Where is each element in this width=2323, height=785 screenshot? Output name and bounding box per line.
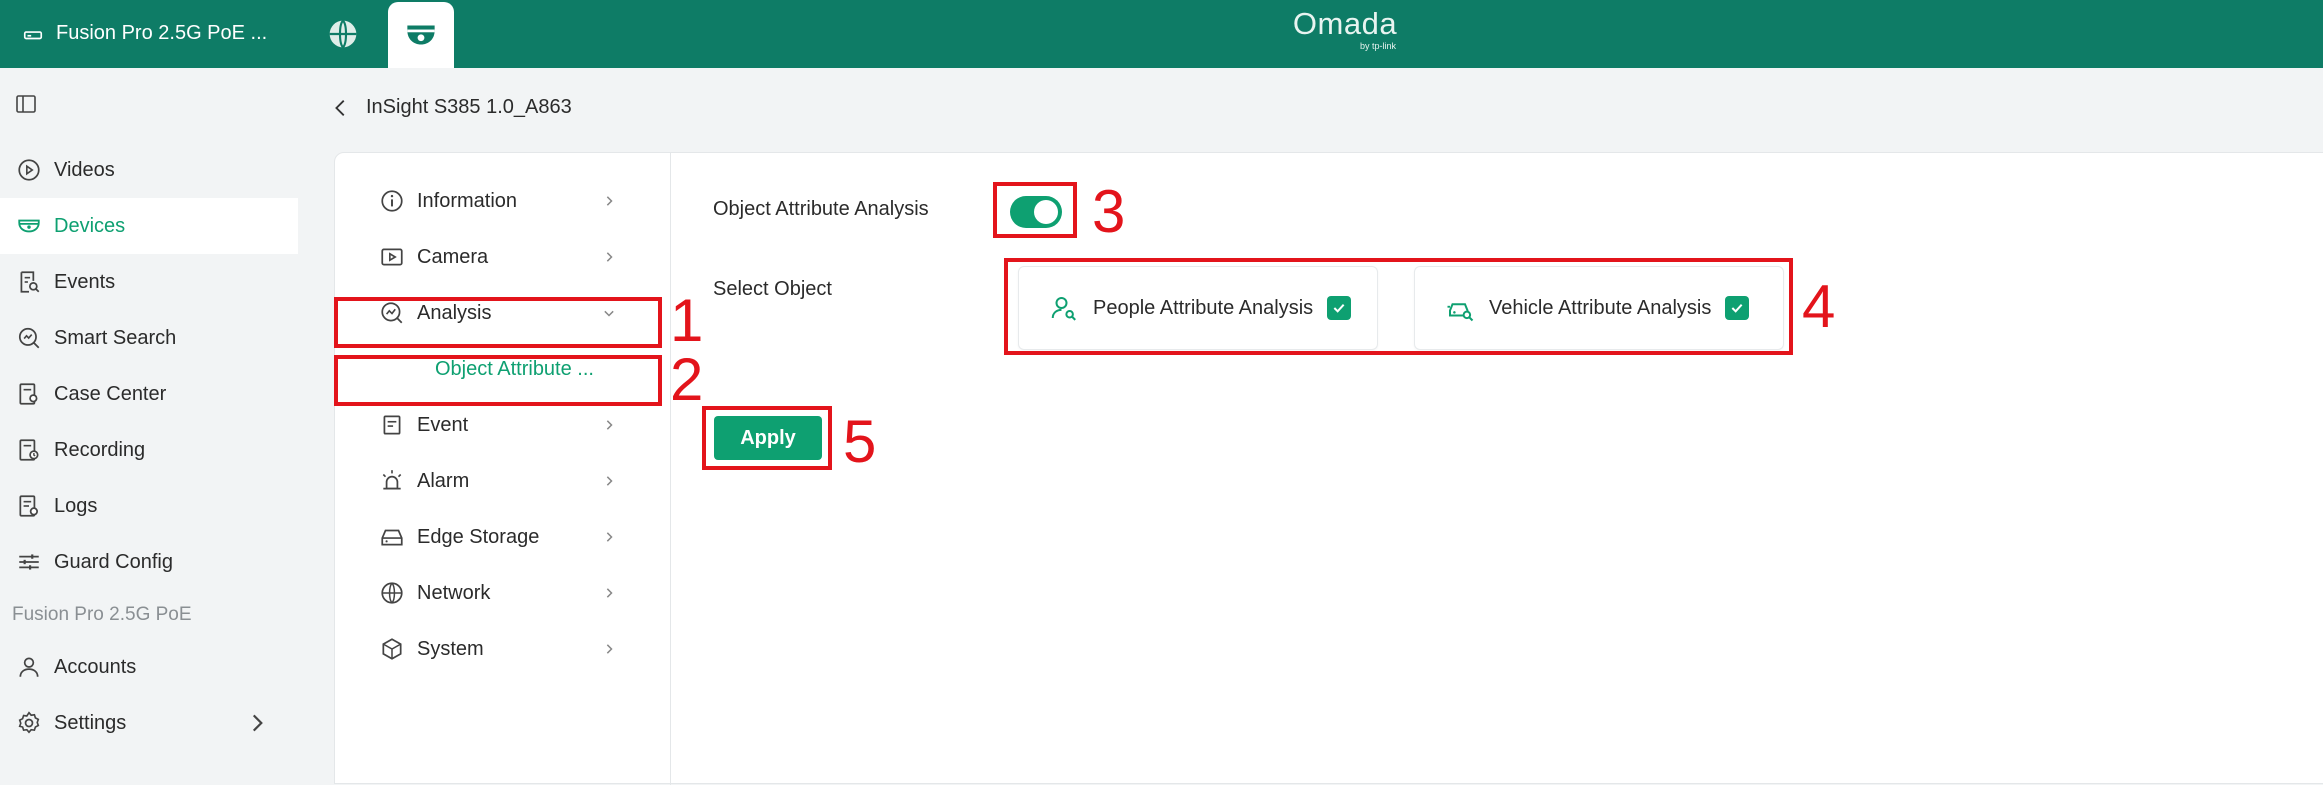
menu-item-system[interactable]: System (379, 629, 619, 669)
menu-item-label: Edge Storage (417, 525, 540, 548)
alarm-icon (382, 470, 402, 490)
globe-icon (329, 19, 357, 49)
tab-network[interactable] (318, 0, 368, 68)
brand-name: Omada (1292, 6, 1398, 41)
site-section-label: Fusion Pro 2.5G PoE (12, 604, 192, 625)
dome-camera-icon (18, 219, 40, 233)
menu-item-event[interactable]: Event (379, 405, 619, 445)
info-icon (381, 190, 403, 212)
case-icon (19, 383, 38, 405)
menu-item-label: Camera (417, 245, 489, 268)
chevron-right-icon (606, 532, 613, 542)
annotation-box-3 (993, 182, 1077, 238)
sidebar-item-events[interactable]: Events (0, 254, 298, 310)
storage-icon (381, 529, 403, 546)
annotation-number-4: 4 (1802, 273, 1836, 340)
brand-sub: by tp-link (1359, 41, 1396, 51)
gear-icon (18, 711, 40, 734)
sidebar-item-videos[interactable]: Videos (0, 142, 298, 198)
menu-item-network[interactable]: Network (379, 573, 619, 613)
camera-play-icon (381, 248, 403, 266)
annotation-number-2: 2 (670, 346, 704, 413)
select-object-label: Select Object (713, 278, 832, 300)
event-search-icon (20, 271, 40, 293)
sidebar-item-label: Logs (54, 494, 98, 517)
sidebar-item-case-center[interactable]: Case Center (0, 366, 298, 422)
annotation-number-3: 3 (1092, 178, 1126, 245)
menu-item-label: Information (417, 189, 518, 212)
menu-item-label: Event (417, 413, 469, 436)
sidebar-item-devices[interactable]: Devices (0, 198, 298, 254)
cube-icon (382, 638, 402, 660)
sidebar-item-label: Accounts (54, 655, 137, 678)
sidebar-item-recording[interactable]: Recording (0, 422, 298, 478)
play-circle-icon (18, 159, 40, 181)
sidebar-item-logs[interactable]: Logs (0, 478, 298, 534)
sidebar-item-label: Case Center (54, 382, 167, 405)
menu-item-label: System (417, 637, 484, 660)
recording-icon (19, 439, 39, 461)
sidebar-item-label: Settings (54, 711, 127, 734)
chevron-right-icon (252, 714, 263, 732)
annotation-number-1: 1 (670, 287, 704, 354)
top-bar: Fusion Pro 2.5G PoE ... Omada by tp-link (0, 0, 2323, 68)
menu-item-information[interactable]: Information (379, 181, 619, 221)
site-selector[interactable]: Fusion Pro 2.5G PoE ... (22, 0, 267, 66)
event-icon (383, 415, 401, 435)
camera-icon (407, 25, 435, 45)
site-name: Fusion Pro 2.5G PoE ... (56, 21, 268, 44)
chevron-right-icon (606, 588, 613, 598)
smart-search-icon (18, 327, 40, 349)
sidebar-item-accounts[interactable]: Accounts (0, 639, 298, 695)
sidebar-item-settings[interactable]: Settings (0, 695, 298, 751)
main-area: InSight S385 1.0_A863 Information Camera… (298, 68, 2323, 785)
user-icon (19, 657, 39, 677)
sidebar-item-label: Smart Search (54, 326, 177, 349)
annotation-number-5: 5 (843, 408, 877, 475)
menu-item-camera[interactable]: Camera (379, 237, 619, 277)
page-title: InSight S385 1.0_A863 (366, 96, 572, 118)
annotation-box-1 (334, 297, 662, 348)
object-attribute-label: Object Attribute Analysis (713, 198, 929, 220)
sidebar: Videos Devices Events Smart Search Case … (0, 68, 298, 784)
config-menu: Information Camera Analysis Object Attri… (335, 153, 671, 785)
annotation-box-2 (334, 355, 662, 406)
sidebar-item-smart-search[interactable]: Smart Search (0, 310, 298, 366)
sidebar-item-label: Events (54, 270, 116, 293)
annotation-box-5 (702, 406, 832, 470)
chevron-right-icon (606, 420, 613, 430)
globe-icon (381, 582, 403, 604)
sidebar-collapse-icon[interactable] (14, 92, 38, 116)
breadcrumb: InSight S385 1.0_A863 (330, 96, 572, 119)
chevron-right-icon (606, 476, 613, 486)
sidebar-item-label: Videos (54, 158, 115, 181)
chevron-right-icon (606, 644, 613, 654)
sidebar-item-label: Guard Config (54, 550, 173, 573)
sidebar-item-label: Recording (54, 438, 146, 461)
tab-surveillance[interactable] (388, 2, 454, 68)
annotation-box-4 (1004, 258, 1793, 355)
menu-item-alarm[interactable]: Alarm (379, 461, 619, 501)
sliders-icon (19, 554, 39, 570)
chevron-right-icon (606, 252, 613, 262)
sidebar-item-label: Devices (54, 214, 126, 237)
menu-item-label: Alarm (417, 469, 470, 492)
device-icon (23, 31, 43, 40)
menu-item-edge-storage[interactable]: Edge Storage (379, 517, 619, 557)
logs-icon (19, 495, 38, 517)
chevron-right-icon (606, 196, 613, 206)
device-config-panel: Information Camera Analysis Object Attri… (334, 152, 2323, 785)
sidebar-item-guard-config[interactable]: Guard Config (0, 534, 298, 590)
omada-logo: Omada by tp-link (1290, 6, 1400, 51)
menu-item-label: Network (417, 581, 491, 604)
back-arrow-icon[interactable] (330, 97, 352, 119)
